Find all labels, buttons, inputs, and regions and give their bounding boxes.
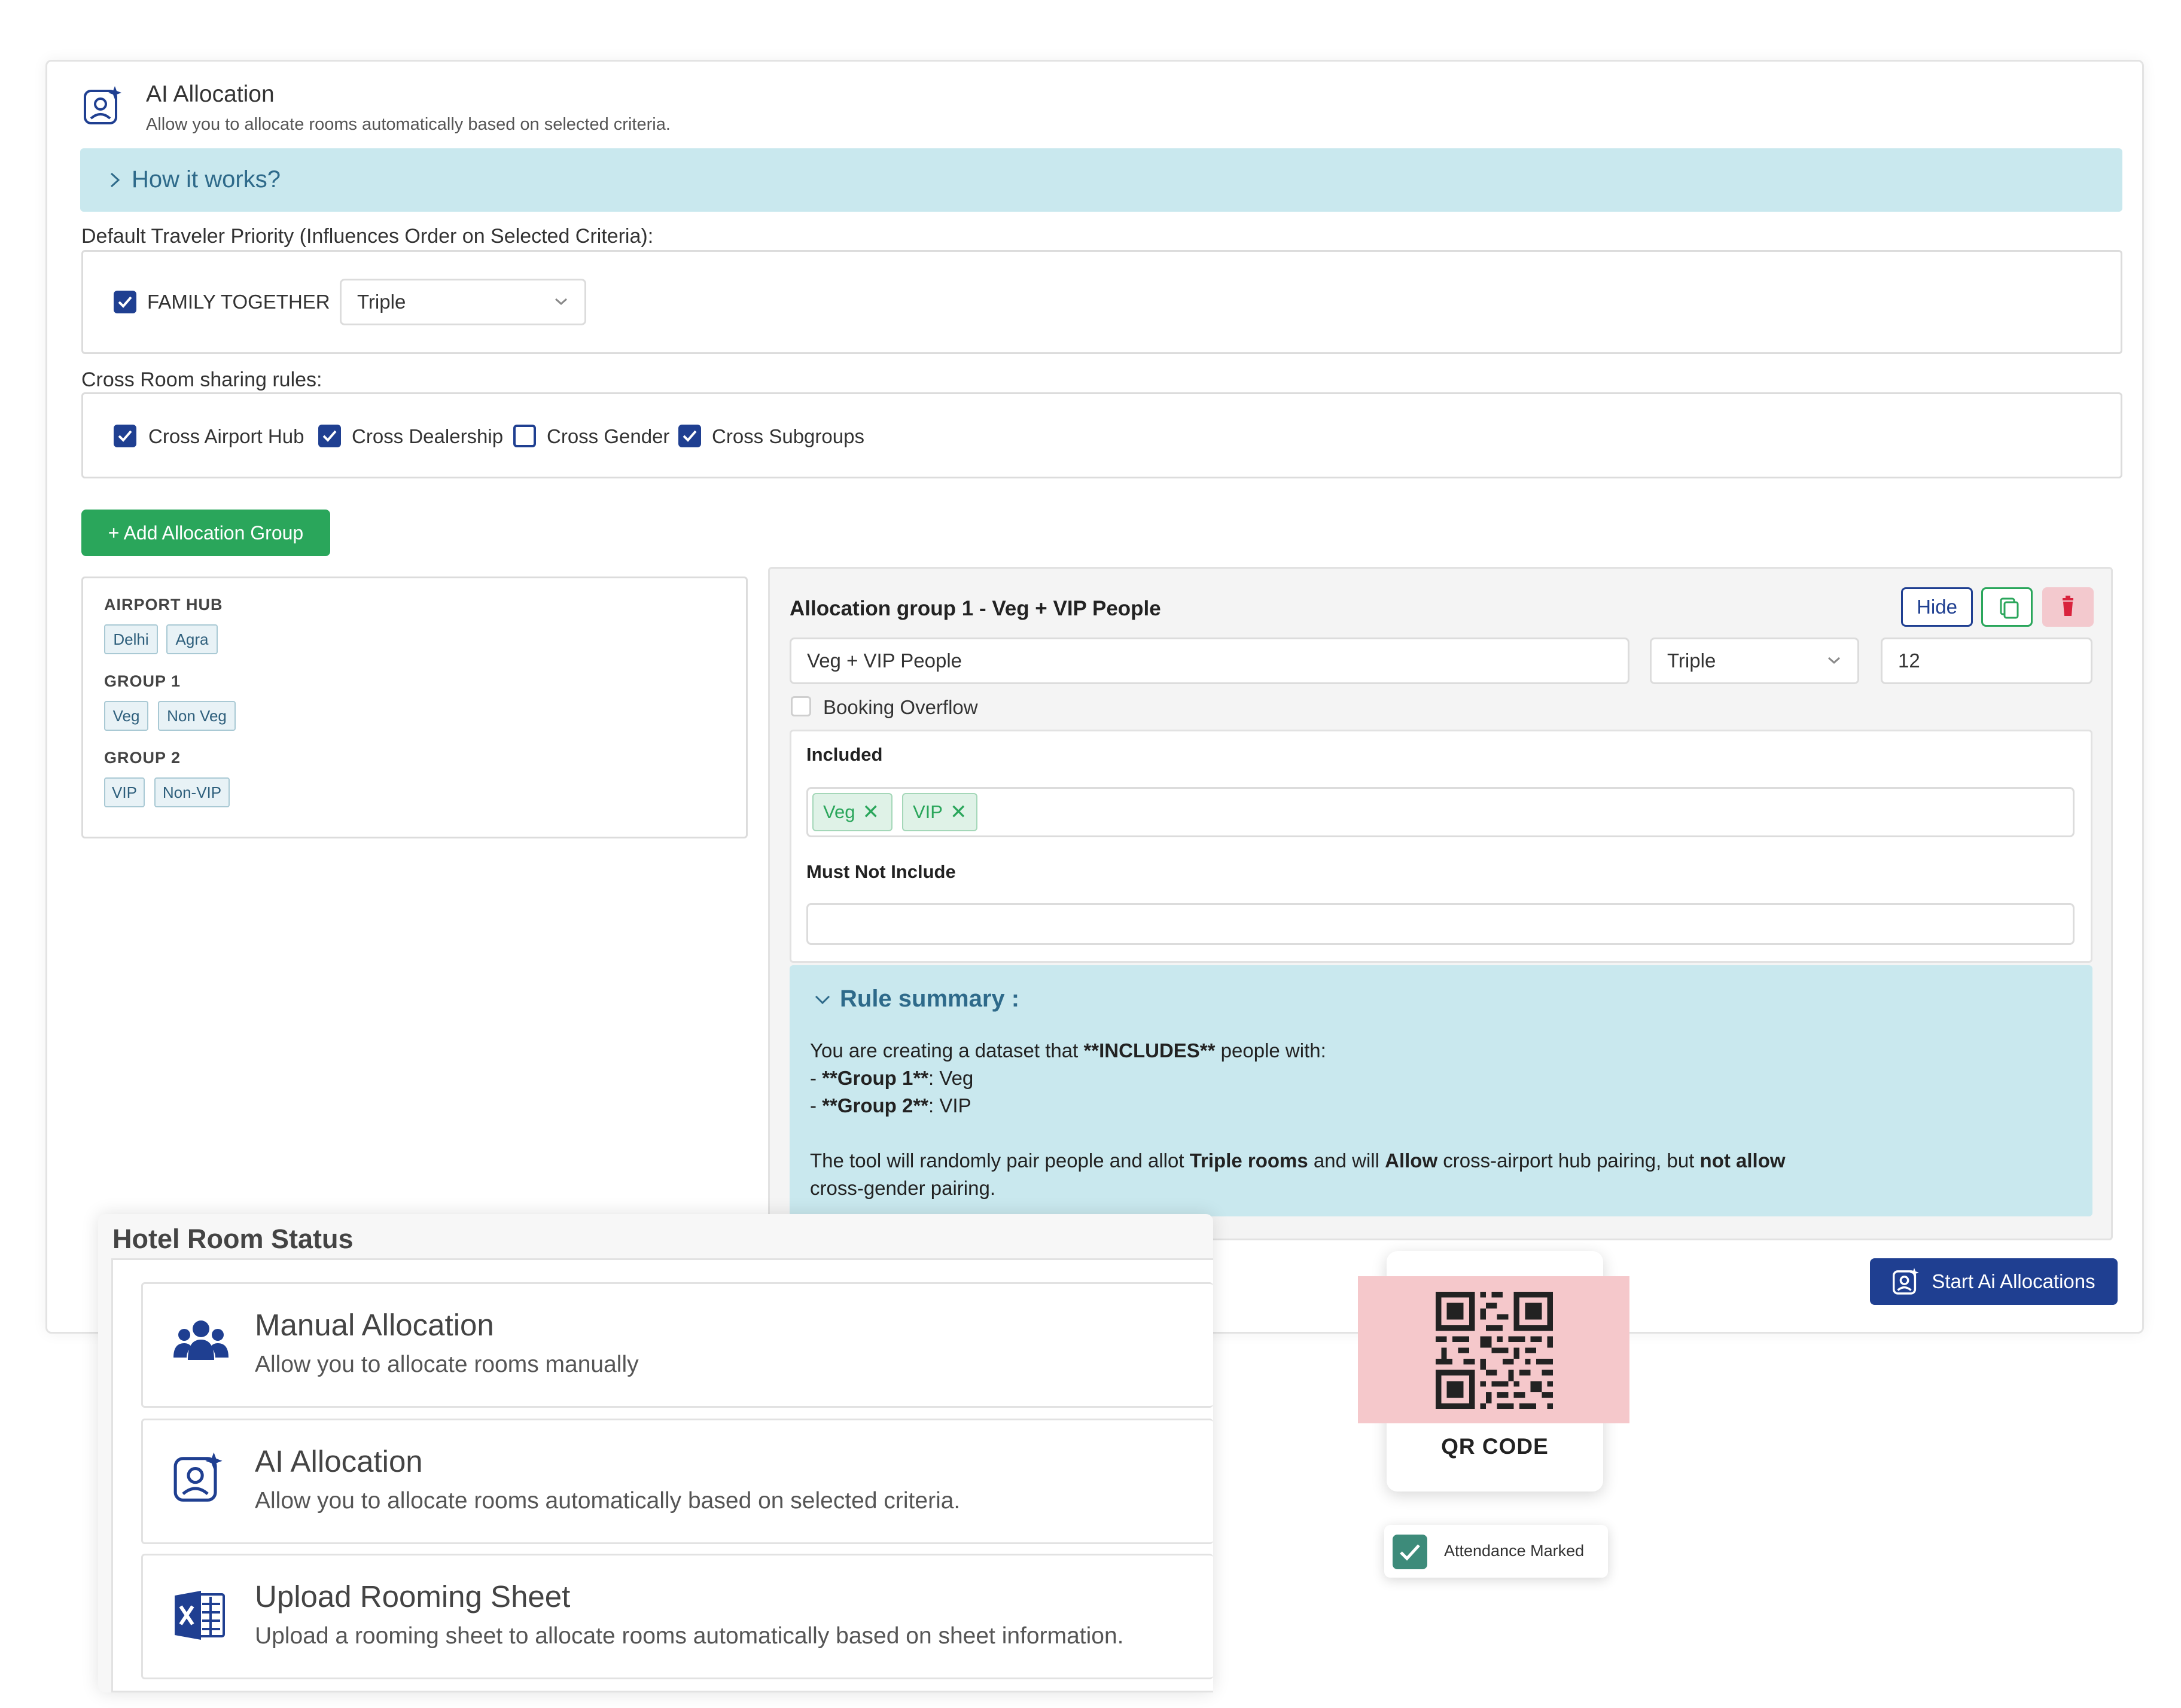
chip-veg[interactable]: Veg xyxy=(104,701,148,731)
cross-subgroups-label: Cross Subgroups xyxy=(712,425,864,447)
upload-rooming-sheet-option[interactable] xyxy=(141,1554,1213,1679)
tag-veg[interactable]: Veg ✕ xyxy=(812,793,892,831)
qr-code-label: QR CODE xyxy=(1441,1434,1549,1459)
delete-button[interactable] xyxy=(2042,587,2094,627)
chip-non-veg[interactable]: Non Veg xyxy=(158,701,236,731)
group-name-value: Veg + VIP People xyxy=(807,649,962,672)
remove-tag-icon[interactable]: ✕ xyxy=(950,800,967,824)
included-tags-input[interactable] xyxy=(806,787,2075,837)
cross-room-label: Cross Room sharing rules: xyxy=(81,368,322,391)
chip-vip[interactable]: VIP xyxy=(104,777,145,807)
excel-icon xyxy=(175,1591,225,1640)
trash-icon xyxy=(2063,596,2073,616)
chevron-right-icon xyxy=(110,172,120,188)
ai-allocation-option[interactable] xyxy=(141,1419,1213,1544)
manual-allocation-title: Manual Allocation xyxy=(255,1308,494,1342)
hide-button[interactable]: Hide xyxy=(1901,587,1973,627)
rule-summary-text: You are creating a dataset that **INCLUD… xyxy=(810,1039,1786,1199)
family-together-checkbox[interactable] xyxy=(114,291,136,313)
cross-gender-checkbox[interactable] xyxy=(513,425,536,447)
how-it-works-label[interactable]: How it works? xyxy=(132,166,281,193)
chip-agra[interactable]: Agra xyxy=(166,624,218,654)
booking-overflow-checkbox[interactable] xyxy=(791,696,811,716)
tag-vip[interactable]: VIP ✕ xyxy=(902,793,977,831)
must-not-include-label: Must Not Include xyxy=(806,861,956,882)
cross-subgroups-checkbox[interactable] xyxy=(678,425,701,447)
group-title-airport-hub: AIRPORT HUB xyxy=(104,596,223,614)
booking-overflow-label: Booking Overflow xyxy=(823,696,978,718)
group-name-input[interactable]: Veg + VIP People xyxy=(790,638,1629,684)
upload-rooming-sheet-title: Upload Rooming Sheet xyxy=(255,1579,571,1614)
room-count-value: 12 xyxy=(1898,649,1920,672)
ai-user-icon xyxy=(1893,1268,1919,1295)
remove-tag-icon[interactable]: ✕ xyxy=(862,800,879,824)
group-title-group-1: GROUP 1 xyxy=(104,672,181,690)
manual-allocation-subtitle: Allow you to allocate rooms manually xyxy=(255,1352,639,1377)
cross-dealership-label: Cross Dealership xyxy=(352,425,504,447)
allocation-group-title: Allocation group 1 - Veg + VIP People xyxy=(790,597,1161,620)
cross-airport-hub-checkbox[interactable] xyxy=(114,425,136,447)
check-icon xyxy=(1400,1544,1420,1561)
included-label: Included xyxy=(806,744,883,765)
check-icon xyxy=(683,430,697,442)
group-room-type-select[interactable]: Triple xyxy=(1650,638,1859,684)
family-together-label: FAMILY TOGETHER xyxy=(147,291,330,313)
group-room-type-value: Triple xyxy=(1667,649,1716,672)
manual-allocation-option[interactable] xyxy=(141,1282,1213,1408)
ai-user-icon xyxy=(84,86,121,124)
cross-gender-label: Cross Gender xyxy=(547,425,670,447)
priority-label: Default Traveler Priority (Influences Or… xyxy=(81,225,654,248)
page-subtitle: Allow you to allocate rooms automaticall… xyxy=(146,115,671,134)
room-count-input[interactable]: 12 xyxy=(1881,638,2092,684)
tag-vip-label: VIP xyxy=(913,801,943,822)
family-room-type-select[interactable]: Triple xyxy=(340,279,586,325)
copy-icon xyxy=(2000,597,2019,619)
start-ai-allocations-button[interactable]: Start Ai Allocations xyxy=(1870,1258,2118,1305)
must-not-include-input[interactable] xyxy=(806,903,2075,945)
ai-allocation-option-subtitle: Allow you to allocate rooms automaticall… xyxy=(255,1488,961,1514)
ai-user-icon xyxy=(173,1452,223,1502)
cross-airport-hub-label: Cross Airport Hub xyxy=(148,425,304,447)
tag-veg-label: Veg xyxy=(823,801,855,822)
hotel-room-status-title: Hotel Room Status xyxy=(112,1224,354,1254)
chevron-down-icon xyxy=(555,298,567,306)
check-icon xyxy=(322,430,337,442)
rule-summary-title[interactable]: Rule summary : xyxy=(840,986,1019,1012)
attendance-checkbox[interactable] xyxy=(1393,1535,1427,1569)
users-icon xyxy=(173,1320,229,1360)
check-icon xyxy=(118,430,132,442)
chip-non-vip[interactable]: Non-VIP xyxy=(154,777,230,807)
chip-delhi[interactable]: Delhi xyxy=(104,624,158,654)
page-title: AI Allocation xyxy=(146,81,275,107)
family-room-type-value: Triple xyxy=(357,291,406,313)
check-icon xyxy=(118,296,132,308)
ai-allocation-option-title: AI Allocation xyxy=(255,1444,423,1478)
upload-rooming-sheet-subtitle: Upload a rooming sheet to allocate rooms… xyxy=(255,1623,1124,1649)
cross-dealership-checkbox[interactable] xyxy=(318,425,341,447)
how-it-works-accordion[interactable] xyxy=(80,148,2122,212)
copy-button[interactable] xyxy=(1981,587,2033,627)
qr-code-icon xyxy=(1436,1292,1553,1409)
add-allocation-group-button[interactable]: + Add Allocation Group xyxy=(81,510,330,556)
start-ai-allocations-label: Start Ai Allocations xyxy=(1932,1270,2095,1292)
chevron-down-icon xyxy=(1828,657,1840,664)
chevron-down-icon[interactable] xyxy=(814,992,831,1008)
group-title-group-2: GROUP 2 xyxy=(104,749,181,767)
attendance-marked-label: Attendance Marked xyxy=(1444,1542,1585,1560)
